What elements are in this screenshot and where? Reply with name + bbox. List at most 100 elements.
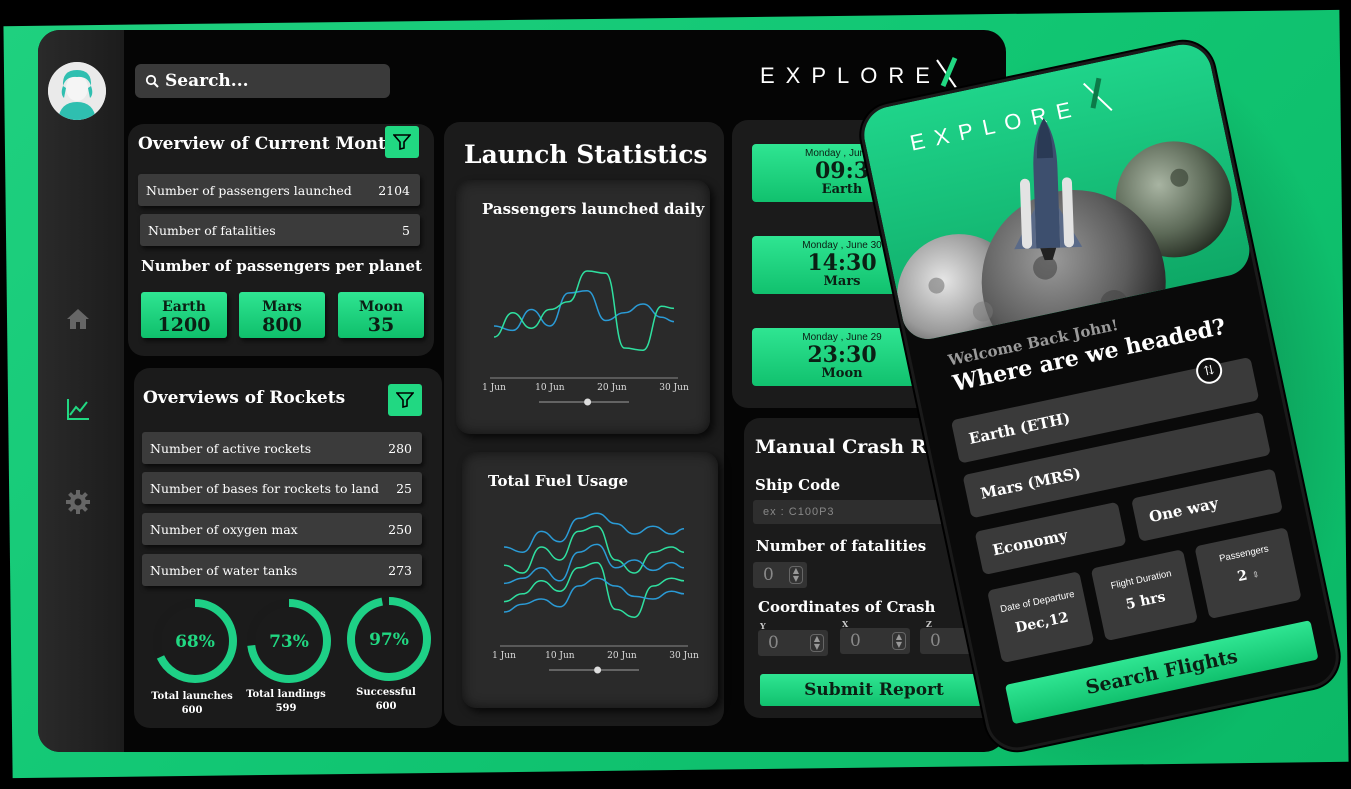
stat-value: 2104 <box>378 182 410 198</box>
stat-label: Number of bases for rockets to land <box>150 480 379 496</box>
stat-row-active-rockets: Number of active rockets 280 <box>142 432 422 464</box>
planet-box-earth: Earth 1200 <box>141 292 227 338</box>
ring-percent: 73% <box>269 632 309 652</box>
range-slider-knob[interactable] <box>594 666 602 674</box>
avatar-image <box>48 62 106 120</box>
planet-name: Moon <box>358 299 404 315</box>
passengers-count: 2 <box>1235 567 1249 586</box>
x-tick-label: 1 Jun <box>482 383 506 393</box>
trip-value: One way <box>1147 494 1220 527</box>
line-chart-fuel: 1 Jun 10 Jun 20 Jun 30 Jun <box>492 512 699 674</box>
ring-percent: 68% <box>175 632 215 652</box>
stat-label: Number of water tanks <box>150 562 298 578</box>
chart-icon[interactable] <box>62 393 94 425</box>
stat-label: Number of fatalities <box>148 222 276 238</box>
coord-x-stepper[interactable]: 0 ▲ ▼ <box>840 628 910 654</box>
stat-value: 273 <box>388 562 412 578</box>
to-value: Mars (MRS) <box>978 463 1083 503</box>
stat-label: Number of active rockets <box>150 440 312 456</box>
overview-month-title: Overview of Current Month <box>138 134 399 154</box>
planets-title: Number of passengers per planet <box>141 257 422 275</box>
stat-value: 280 <box>388 440 412 456</box>
submit-report-button[interactable]: Submit Report <box>760 674 988 706</box>
fatalities-stepper[interactable]: 0 ▲ ▼ <box>753 562 807 588</box>
planet-box-mars: Mars 800 <box>239 292 325 338</box>
stepper-value: 0 <box>763 565 774 585</box>
series-line-1 <box>503 525 685 574</box>
stat-label: Number of passengers launched <box>146 182 352 198</box>
x-tick-label: 10 Jun <box>545 651 575 661</box>
stepper-arrows-icon[interactable]: ▲▼ <box>789 566 803 584</box>
ring-total-landings: 73% Total landings 599 <box>246 598 332 714</box>
departure-date-field[interactable]: Date of Departure Dec,12 <box>987 571 1095 664</box>
ring-label-text: Total launches <box>151 691 233 702</box>
series-line-0 <box>493 290 675 332</box>
stepper-value: 0 <box>930 631 941 651</box>
coord-y-stepper[interactable]: 0 ▲ ▼ <box>758 630 828 656</box>
x-tick-label: 30 Jun <box>669 651 699 661</box>
stat-row-fatalities: Number of fatalities 5 <box>140 214 420 246</box>
coords-label: Coordinates of Crash <box>758 598 936 616</box>
chart-panel-passengers: Passengers launched daily 1 Jun 10 Jun 20 … <box>456 180 710 434</box>
class-value: Economy <box>990 526 1070 560</box>
planet-value: 800 <box>262 314 302 336</box>
launch-stats-title: Launch Statistics <box>464 140 708 169</box>
search-input[interactable]: Search... <box>165 71 249 91</box>
stepper-value: 0 <box>768 633 779 653</box>
ring-label: Successful 600 <box>326 686 446 714</box>
search-icon <box>145 74 159 88</box>
range-slider-knob[interactable] <box>584 398 592 406</box>
home-icon[interactable] <box>62 303 94 335</box>
ring-label-value: 600 <box>375 701 397 712</box>
stat-value: 250 <box>388 521 412 537</box>
stepper-arrows-icon[interactable]: ▲▼ <box>892 632 906 650</box>
planet-value: 1200 <box>157 314 211 336</box>
line-chart-passengers: 1 Jun 10 Jun 20 Jun 30 Jun <box>482 270 689 406</box>
stat-row-bases: Number of bases for rockets to land 25 <box>142 472 422 504</box>
stat-label: Number of oxygen max <box>150 521 298 537</box>
series-line-0 <box>503 512 685 553</box>
x-tick-label: 20 Jun <box>597 383 627 393</box>
planet-value: 35 <box>367 314 395 336</box>
planet-box-moon: Moon 35 <box>338 292 424 338</box>
filter-button[interactable] <box>388 384 422 416</box>
stat-value: 5 <box>402 222 410 238</box>
ring-percent: 97% <box>369 630 409 650</box>
planet-name: Earth <box>162 299 206 315</box>
ring-label-text: Successful <box>356 687 416 698</box>
schedule-planet: Moon <box>821 366 863 381</box>
stat-row-oxygen: Number of oxygen max 250 <box>142 513 422 545</box>
brand-text: EXPLORE <box>760 63 941 88</box>
filter-icon <box>396 392 414 408</box>
gear-icon[interactable] <box>62 486 94 518</box>
planet-name: Mars <box>262 299 302 315</box>
avatar[interactable] <box>48 62 106 120</box>
stat-row-water: Number of water tanks 273 <box>142 554 422 586</box>
x-tick-label: 20 Jun <box>607 651 637 661</box>
ring-label-value: 599 <box>275 703 297 714</box>
launch-stats-card: Launch Statistics Passengers launched da… <box>444 122 724 726</box>
x-tick-label: 10 Jun <box>535 383 565 393</box>
x-tick-label: 30 Jun <box>659 383 689 393</box>
series-line-3 <box>503 561 685 618</box>
series-line-4 <box>503 577 685 613</box>
ring-label-value: 600 <box>181 705 203 716</box>
sidebar <box>38 30 124 752</box>
stepper-value: 0 <box>850 631 861 651</box>
stat-row-passengers: Number of passengers launched 2104 <box>138 174 420 206</box>
passengers-field[interactable]: Passengers 2 ⇕ <box>1194 527 1302 620</box>
flight-duration-field: Flight Duration 5 hrs <box>1090 549 1199 642</box>
filter-button[interactable] <box>385 126 419 158</box>
brand-logo: EXPLORE <box>760 56 965 96</box>
stat-value: 25 <box>396 480 412 496</box>
ring-total-launches: 68% Total launches 600 <box>151 598 238 716</box>
passengers-stepper-icon[interactable]: ⇕ <box>1251 570 1260 581</box>
filter-icon <box>393 134 411 150</box>
stepper-arrows-icon[interactable]: ▲▼ <box>810 634 824 652</box>
search-bar[interactable]: Search... <box>135 64 390 98</box>
from-value: Earth (ETH) <box>967 408 1072 448</box>
x-tick-label: 1 Jun <box>492 651 516 661</box>
fatalities-label: Number of fatalities <box>756 537 927 555</box>
series-line-1 <box>493 270 675 351</box>
rockets-title: Overviews of Rockets <box>143 388 346 408</box>
